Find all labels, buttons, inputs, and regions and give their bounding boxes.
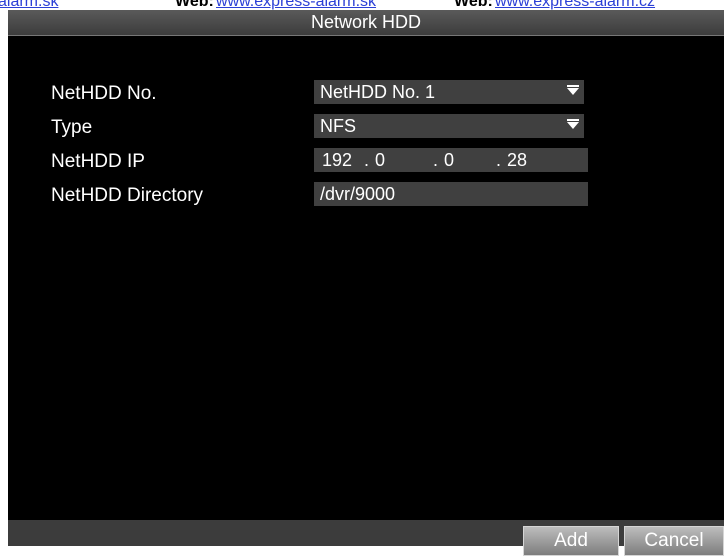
nethdd-no-label: NetHDD No. <box>51 83 157 104</box>
header-link-left[interactable]: alarm.sk <box>0 0 58 10</box>
ip-octet-2[interactable]: 0 <box>375 148 385 172</box>
chevron-down-icon <box>567 119 579 129</box>
ip-dot-3: . <box>496 150 502 170</box>
header-link-cz[interactable]: www.express-alarm.cz <box>495 0 655 10</box>
nethdd-directory-input[interactable]: /dvr/9000 <box>314 182 588 206</box>
chevron-down-icon <box>567 85 579 95</box>
directory-value: /dvr/9000 <box>320 184 396 204</box>
nethdd-ip-label: NetHDD IP <box>51 151 145 172</box>
header-link-sk[interactable]: www.express-alarm.sk <box>216 0 376 10</box>
type-value: NFS <box>320 116 356 136</box>
ip-dot-1: . <box>364 150 370 170</box>
type-select[interactable]: NFS <box>314 114 584 138</box>
dialog-titlebar: Network HDD <box>8 10 724 36</box>
network-hdd-dialog: Network HDD NetHDD No. NetHDD No. 1 Type… <box>8 10 724 556</box>
add-button[interactable]: Add <box>523 526 619 556</box>
type-label: Type <box>51 117 93 138</box>
cancel-button[interactable]: Cancel <box>624 526 724 556</box>
ip-octet-4[interactable]: 28 <box>507 148 527 172</box>
web-header: alarm.sk Web: www.express-alarm.sk Web: … <box>0 0 724 10</box>
header-web-label-2: Web: <box>454 0 493 10</box>
ip-dot-2: . <box>433 150 439 170</box>
ip-octet-3[interactable]: 0 <box>444 148 454 172</box>
nethdd-no-select[interactable]: NetHDD No. 1 <box>314 80 584 104</box>
nethdd-ip-input[interactable]: 192 . 0 . 0 . 28 <box>314 148 588 172</box>
header-web-label-1: Web: <box>175 0 214 10</box>
nethdd-directory-label: NetHDD Directory <box>51 185 204 206</box>
dialog-title: Network HDD <box>310 12 421 32</box>
ip-octet-1[interactable]: 192 <box>322 148 352 172</box>
nethdd-no-value: NetHDD No. 1 <box>320 82 436 102</box>
